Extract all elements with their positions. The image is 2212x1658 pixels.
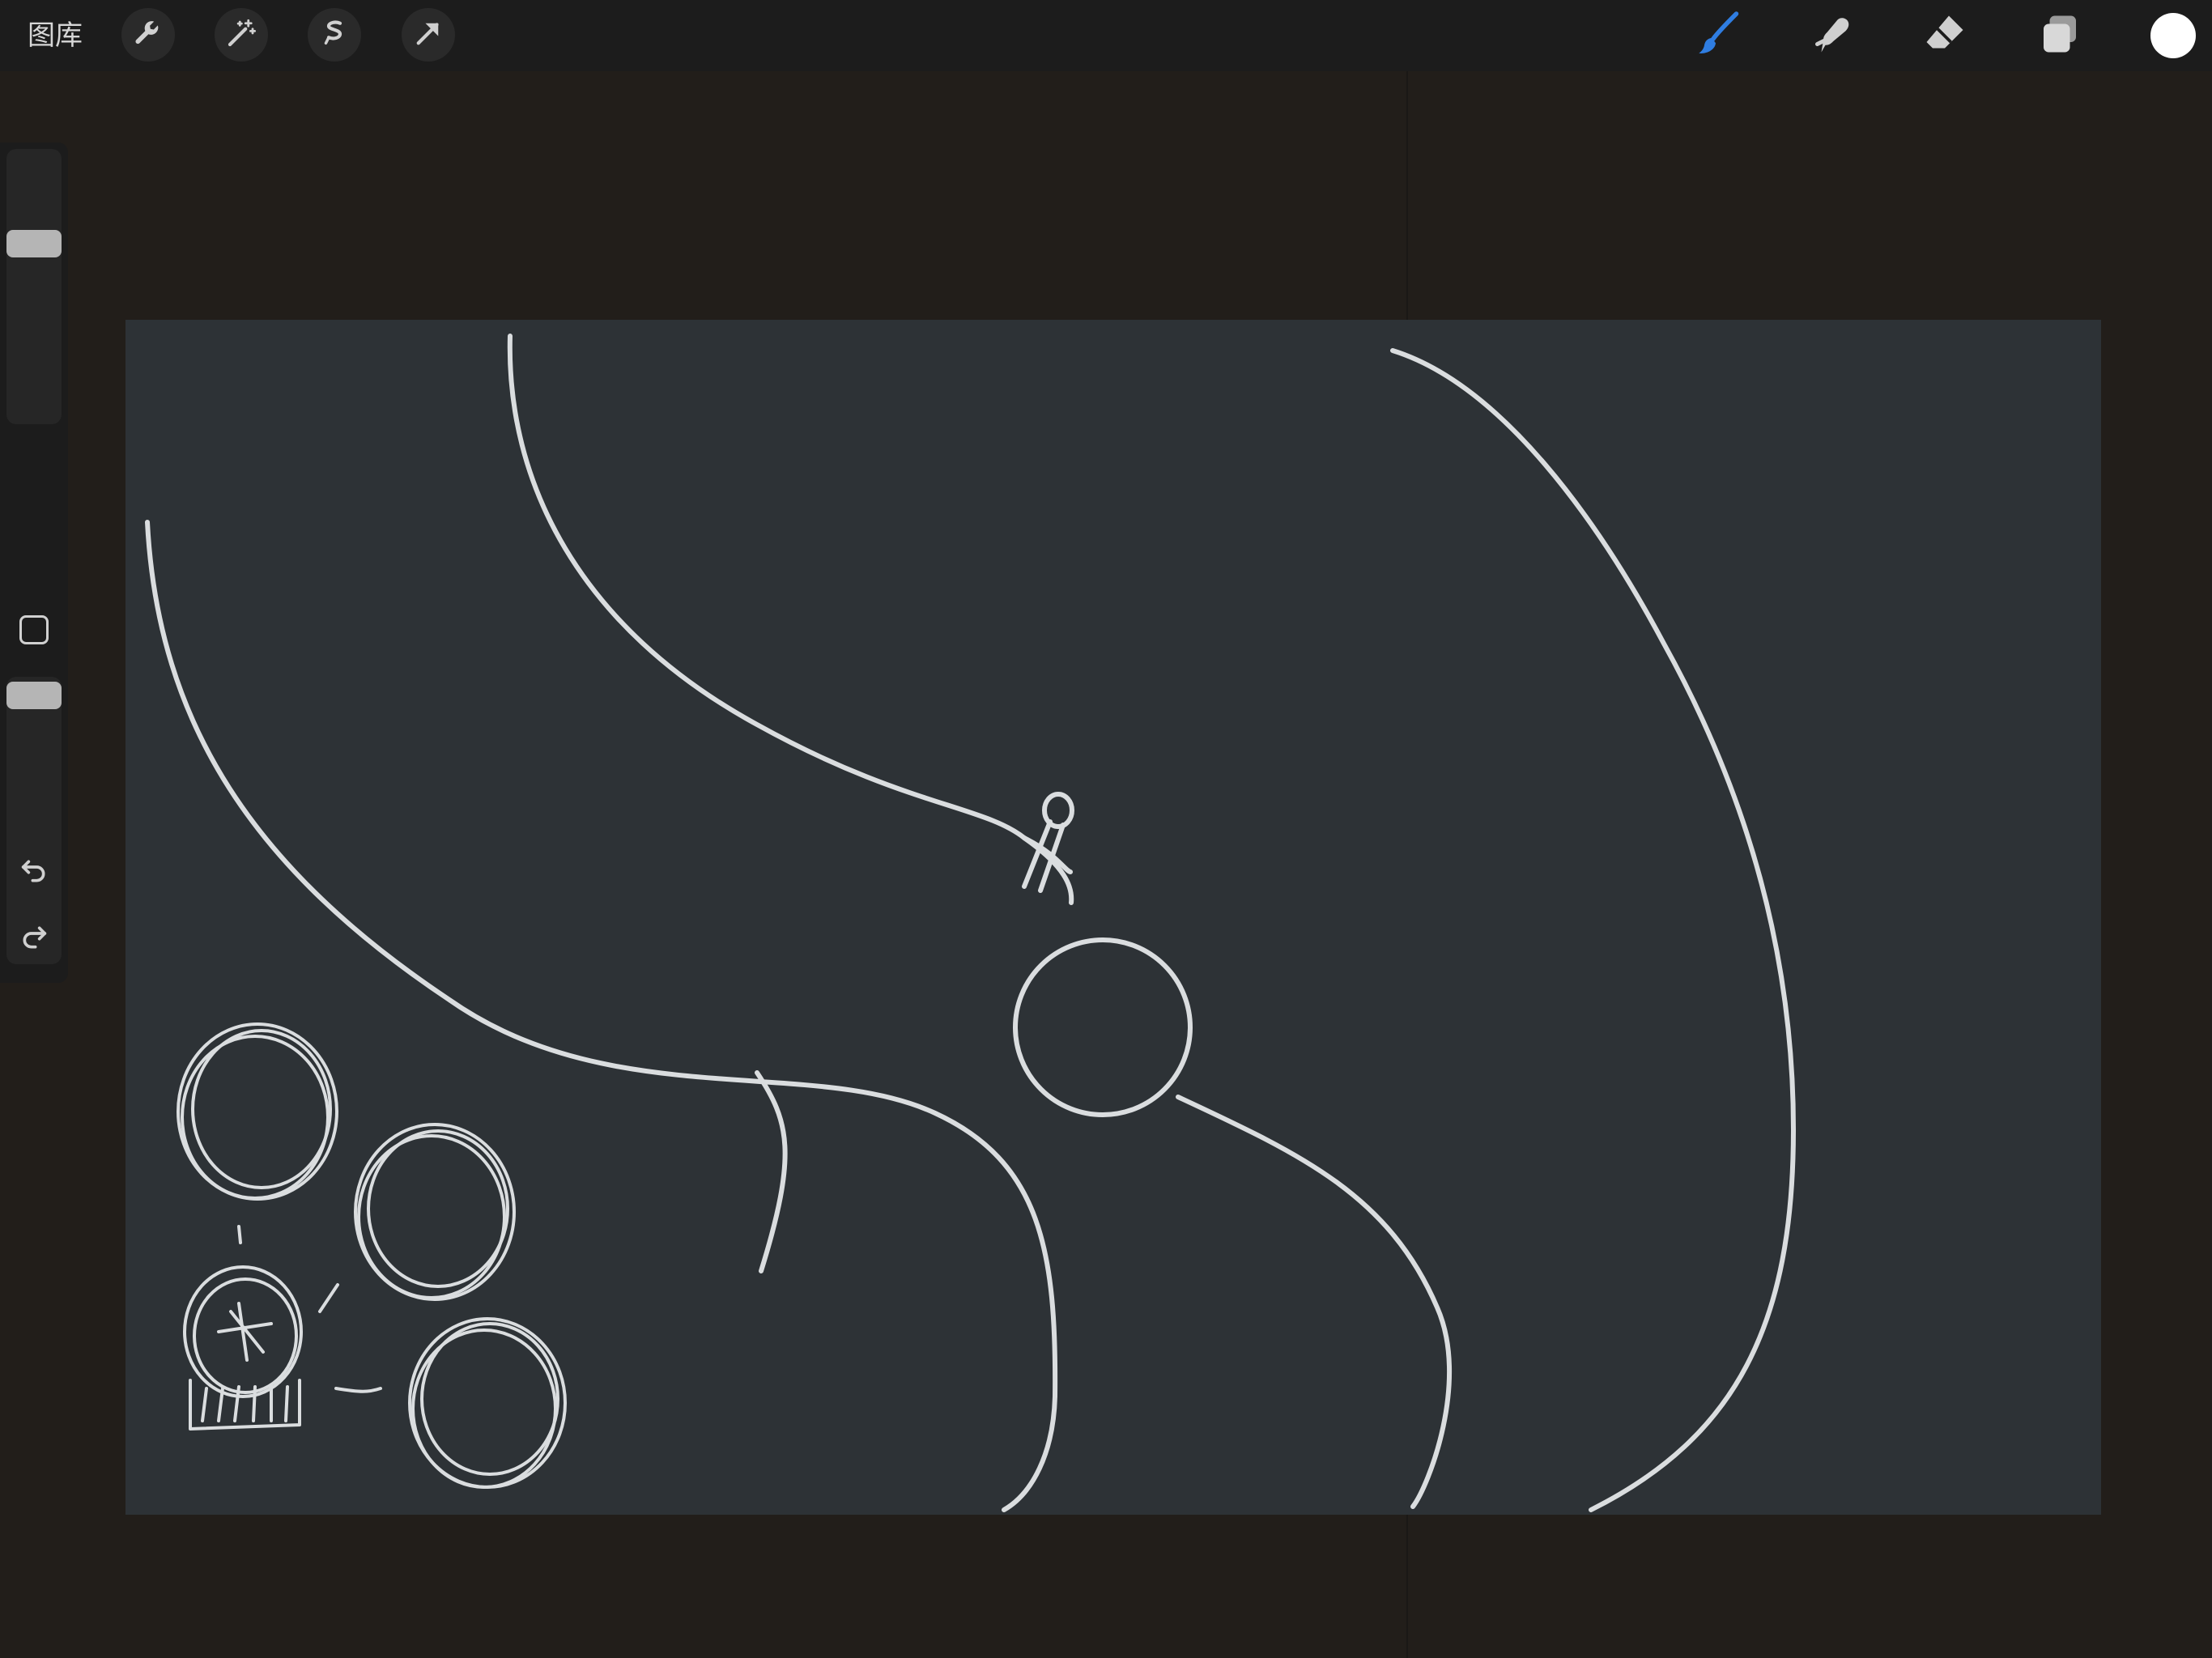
layers-button[interactable] — [2034, 10, 2086, 62]
modify-button[interactable] — [19, 615, 49, 644]
branch-stroke — [755, 1070, 788, 1273]
upper-track-stroke — [507, 334, 1073, 874]
selection-button[interactable] — [308, 8, 361, 62]
drawing-canvas[interactable] — [125, 320, 2101, 1515]
left-track-stroke — [145, 520, 1058, 1512]
redo-button[interactable] — [15, 920, 53, 959]
middle-track-stroke — [1176, 1095, 1452, 1509]
brush-size-slider[interactable] — [6, 149, 62, 424]
smudge-icon — [1807, 10, 1856, 62]
layers-icon — [2035, 10, 2084, 62]
wrench-icon — [131, 16, 165, 53]
opacity-slider-thumb[interactable] — [6, 682, 62, 710]
magic-wand-icon — [224, 16, 258, 53]
eraser-icon — [1921, 10, 1969, 62]
brush-tool-button[interactable] — [1692, 10, 1744, 62]
smudge-tool-button[interactable] — [1806, 10, 1857, 62]
brush-icon — [1694, 10, 1742, 62]
transform-arrow-icon — [411, 16, 445, 53]
redo-icon — [18, 921, 50, 957]
selection-icon — [317, 16, 351, 53]
color-picker-button[interactable] — [2150, 13, 2196, 58]
undo-button[interactable] — [15, 853, 53, 892]
planet-circle-stroke — [1013, 937, 1193, 1117]
eraser-tool-button[interactable] — [1919, 10, 1971, 62]
gallery-button[interactable]: 图库 — [28, 18, 83, 53]
adjustments-button[interactable] — [215, 8, 268, 62]
right-track-stroke — [1390, 348, 1796, 1512]
transform-button[interactable] — [402, 8, 455, 62]
sketch-strokes — [145, 334, 1796, 1512]
actions-wrench-button[interactable] — [121, 8, 175, 62]
top-toolbar: 图库 — [0, 0, 2212, 71]
brush-size-slider-thumb[interactable] — [6, 229, 62, 257]
undo-icon — [18, 855, 50, 891]
